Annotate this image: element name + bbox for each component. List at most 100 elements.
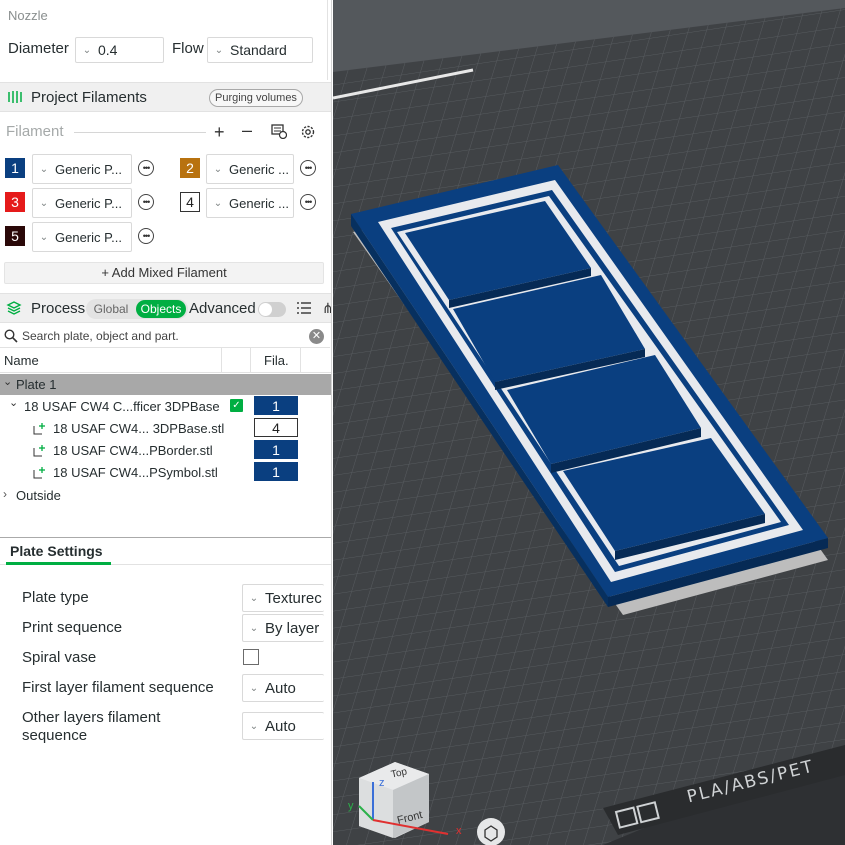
plate-row[interactable]: ⌄ Plate 1 — [0, 374, 331, 395]
filament-slot-1-dropdown[interactable]: ⌄ Generic P... — [32, 154, 132, 184]
filament-slot-3-name: Generic P... — [55, 195, 122, 211]
filament-label: Filament — [6, 123, 64, 140]
chevron-down-icon: ⌄ — [249, 682, 259, 694]
plate-label: Plate 1 — [16, 377, 57, 392]
other-layers-sequence-dropdown[interactable]: ⌄ Auto — [242, 712, 324, 740]
plate-settings-tab-label[interactable]: Plate Settings — [10, 543, 103, 559]
chevron-down-icon: ⌄ — [39, 231, 49, 243]
add-mixed-filament-button[interactable]: + Add Mixed Filament — [4, 262, 324, 284]
filament-slot-4-more-icon[interactable]: ••• — [300, 194, 316, 210]
viewport-scene[interactable] — [333, 0, 845, 845]
column-divider-1 — [221, 348, 222, 373]
process-header: Process Global Objects Advanced ⋔ — [0, 293, 331, 323]
column-divider-3 — [300, 348, 301, 373]
filament-slot-5-dropdown[interactable]: ⌄ Generic P... — [32, 222, 132, 252]
column-fila-header[interactable]: Fila. — [264, 353, 289, 368]
part-filament-cell[interactable]: 4 — [254, 418, 298, 437]
filament-slot-2-dropdown[interactable]: ⌄ Generic ... — [206, 154, 294, 184]
toggle-objects[interactable]: Objects — [136, 300, 186, 318]
filament-slot-3-dropdown[interactable]: ⌄ Generic P... — [32, 188, 132, 218]
project-filaments-header[interactable]: Project Filaments Purging volumes — [0, 82, 331, 112]
object-filament-cell[interactable]: 1 — [254, 396, 298, 415]
tree-header-row: Name Fila. — [0, 348, 331, 373]
spiral-vase-label: Spiral vase — [22, 649, 97, 666]
nozzle-border-right — [327, 0, 328, 80]
filament-divider — [74, 132, 206, 133]
part-row[interactable]: 18 USAF CW4... 3DPBase.stl 4 — [0, 417, 331, 439]
chevron-down-icon: ⌄ — [213, 197, 223, 209]
chevron-right-icon[interactable]: › — [3, 487, 7, 501]
filament-slot-5-name: Generic P... — [55, 229, 122, 245]
filament-slot-2-more-icon[interactable]: ••• — [300, 160, 316, 176]
first-layer-sequence-dropdown[interactable]: ⌄ Auto — [242, 674, 324, 702]
part-filament-cell[interactable]: 1 — [254, 440, 298, 459]
part-icon — [33, 466, 45, 479]
nozzle-section-label: Nozzle — [8, 8, 48, 23]
print-sequence-value: By layer — [265, 619, 320, 637]
axis-z-label: z — [379, 777, 385, 789]
clear-search-icon[interactable]: ✕ — [309, 329, 324, 344]
flow-dropdown[interactable]: ⌄ Standard — [207, 37, 313, 63]
purging-volumes-button[interactable]: Purging volumes — [209, 89, 303, 107]
outside-row[interactable]: › Outside — [0, 484, 331, 506]
chevron-down-icon: ⌄ — [82, 44, 92, 56]
tab-underline — [6, 562, 111, 565]
chevron-down-icon[interactable]: ⌄ — [3, 375, 12, 388]
project-filaments-title: Project Filaments — [31, 88, 147, 106]
plate-type-dropdown[interactable]: ⌄ Texturec — [242, 584, 324, 612]
plate-settings-tab[interactable]: Plate Settings — [0, 539, 331, 565]
print-sequence-dropdown[interactable]: ⌄ By layer — [242, 614, 324, 642]
part-filament-cell[interactable]: 1 — [254, 462, 298, 481]
advanced-switch[interactable] — [258, 302, 286, 317]
object-name: 18 USAF CW4 C...fficer 3DPBase — [24, 399, 220, 414]
gear-icon[interactable] — [300, 124, 316, 140]
remove-filament-icon[interactable]: – — [242, 120, 252, 141]
filament-slot-5-badge[interactable]: 5 — [5, 226, 25, 246]
filament-sync-icon[interactable] — [271, 124, 288, 140]
compare-icon[interactable]: ⋔ — [322, 300, 331, 317]
plate-type-value: Texturec — [265, 589, 322, 607]
filament-slot-3-more-icon[interactable]: ••• — [138, 194, 154, 210]
first-layer-sequence-value: Auto — [265, 679, 296, 697]
chevron-down-icon: ⌄ — [249, 592, 259, 604]
part-name: 18 USAF CW4... 3DPBase.stl — [53, 421, 225, 436]
object-row[interactable]: ⌄ 18 USAF CW4 C...fficer 3DPBase ✓ 1 — [0, 395, 331, 417]
first-layer-sequence-label: First layer filament sequence — [22, 679, 214, 696]
print-sequence-label: Print sequence — [22, 619, 123, 636]
diameter-dropdown[interactable]: ⌄ 0.4 — [75, 37, 164, 63]
object-checkbox[interactable]: ✓ — [230, 399, 243, 412]
3d-viewport[interactable]: PLA/ABS/PET Top Front x y z — [333, 0, 845, 845]
search-input[interactable]: Search plate, object and part. — [22, 329, 179, 343]
plate-type-label: Plate type — [22, 589, 89, 606]
advanced-switch-knob — [259, 303, 272, 316]
layers-icon — [6, 300, 22, 316]
filament-slot-3-badge[interactable]: 3 — [5, 192, 25, 212]
chevron-down-icon: ⌄ — [214, 44, 224, 56]
list-view-icon[interactable] — [296, 301, 312, 315]
chevron-down-icon: ⌄ — [39, 197, 49, 209]
chevron-down-icon: ⌄ — [213, 163, 223, 175]
axis-y-label: y — [348, 800, 354, 812]
global-objects-toggle[interactable]: Global Objects — [86, 299, 188, 319]
spiral-vase-checkbox[interactable] — [243, 649, 259, 665]
add-filament-icon[interactable]: + — [214, 122, 225, 143]
outside-label: Outside — [16, 488, 61, 503]
search-bar[interactable]: Search plate, object and part. ✕ — [0, 324, 330, 348]
filament-slot-4-badge[interactable]: 4 — [180, 192, 200, 212]
part-icon — [33, 444, 45, 457]
part-row[interactable]: 18 USAF CW4...PSymbol.stl 1 — [0, 461, 331, 483]
filament-slot-1-more-icon[interactable]: ••• — [138, 160, 154, 176]
column-divider-2 — [250, 348, 251, 373]
filament-slot-4-dropdown[interactable]: ⌄ Generic ... — [206, 188, 294, 218]
toggle-global[interactable]: Global — [86, 302, 136, 316]
chevron-down-icon[interactable]: ⌄ — [9, 396, 18, 409]
part-row[interactable]: 18 USAF CW4...PBorder.stl 1 — [0, 439, 331, 461]
fit-view-icon[interactable] — [477, 818, 505, 845]
column-name-header[interactable]: Name — [4, 353, 39, 368]
part-name: 18 USAF CW4...PSymbol.stl — [53, 465, 218, 480]
filament-slot-1-badge[interactable]: 1 — [5, 158, 25, 178]
part-icon — [33, 422, 45, 435]
other-layers-sequence-label: Other layers filament sequence — [22, 709, 161, 744]
filament-slot-2-badge[interactable]: 2 — [180, 158, 200, 178]
filament-slot-5-more-icon[interactable]: ••• — [138, 228, 154, 244]
